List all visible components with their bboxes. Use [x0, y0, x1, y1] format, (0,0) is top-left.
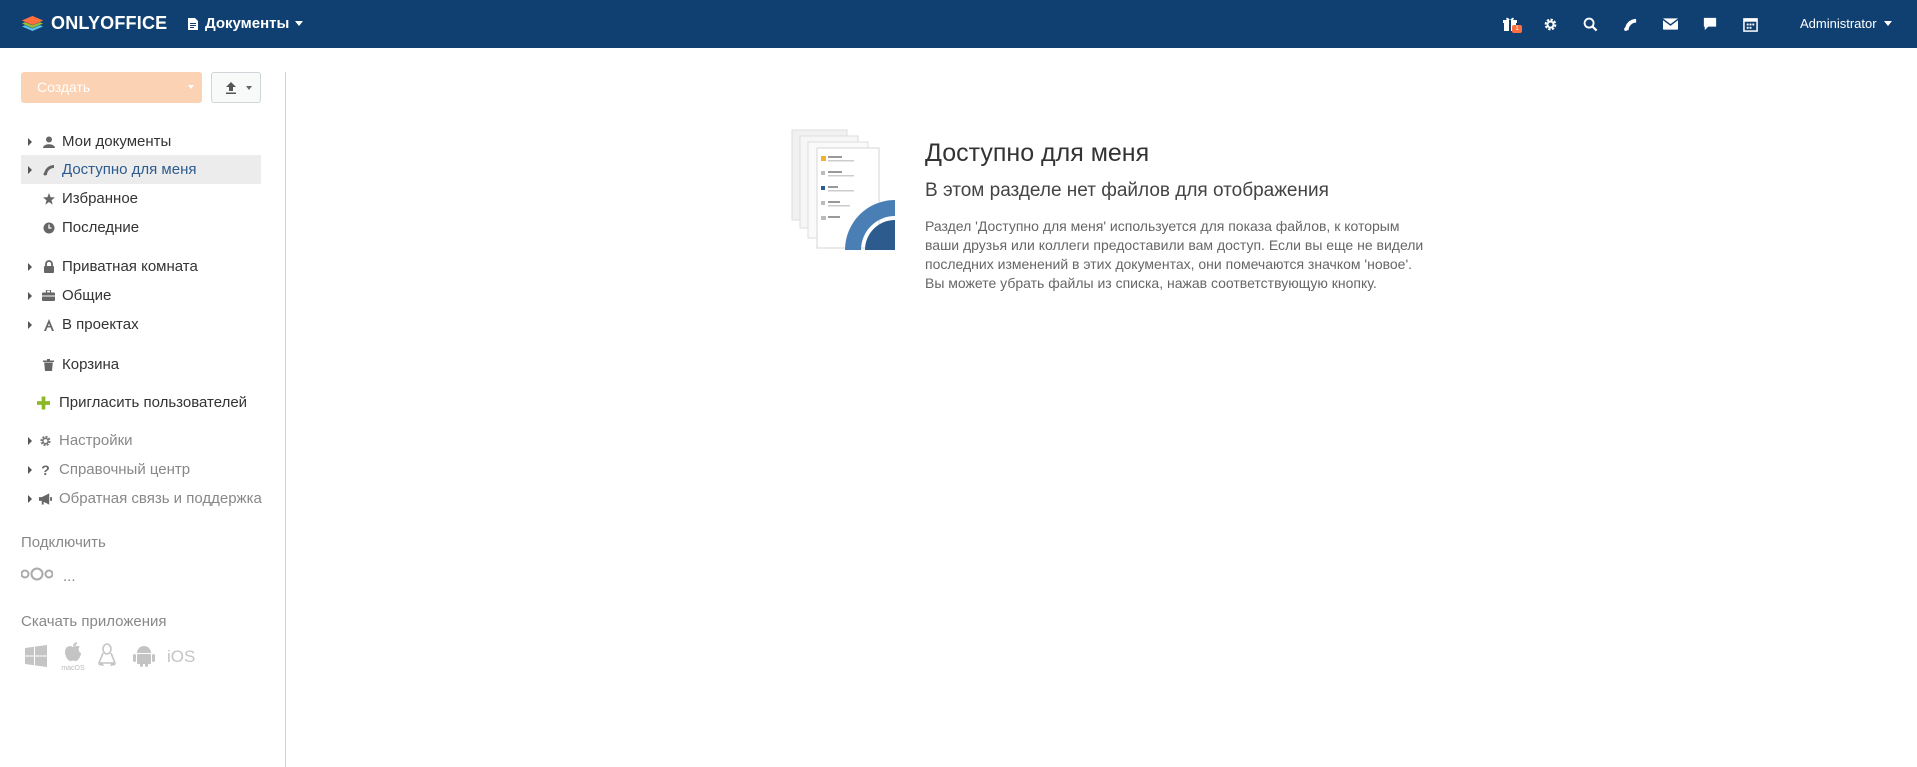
nav-settings[interactable]: Настройки: [21, 426, 261, 455]
nav-label: Последние: [62, 219, 140, 236]
nav-trash[interactable]: Корзина: [21, 350, 261, 379]
expand-arrow-icon[interactable]: [28, 263, 32, 271]
nav-favorites[interactable]: Избранное: [21, 184, 261, 213]
nav-label: Избранное: [62, 190, 139, 207]
nav-shared-with-me[interactable]: Доступно для меня: [21, 155, 261, 184]
download-apps-title: Скачать приложения: [21, 613, 167, 630]
nav-label: Справочный центр: [59, 461, 191, 478]
nav-feedback-support[interactable]: Обратная связь и поддержка: [21, 484, 262, 513]
expand-arrow-icon[interactable]: [28, 321, 32, 329]
chat-icon[interactable]: [1700, 14, 1720, 34]
nav-label: Корзина: [62, 356, 120, 373]
expand-arrow-icon[interactable]: [28, 495, 32, 503]
expand-arrow-icon[interactable]: [28, 292, 32, 300]
empty-state-title: Доступно для меня: [925, 139, 1150, 167]
lock-icon: [42, 260, 55, 273]
search-icon[interactable]: [1580, 14, 1600, 34]
logo-text: ONLYOFFICE: [51, 13, 168, 33]
chevron-down-icon[interactable]: [188, 85, 194, 89]
nav-common[interactable]: Общие: [21, 281, 261, 310]
plus-icon: [37, 396, 50, 409]
gift-icon[interactable]: 1: [1500, 14, 1522, 34]
connect-more-button[interactable]: ...: [63, 568, 76, 585]
nav-label: Обратная связь и поддержка: [59, 490, 262, 507]
top-navigation-bar: ONLYOFFICE Документы 1 Administrator: [0, 0, 1917, 48]
logo-icon: [22, 16, 43, 31]
trash-icon: [42, 358, 55, 371]
megaphone-icon: [39, 492, 52, 505]
clock-icon: [42, 221, 55, 234]
nav-label: Общие: [62, 287, 112, 304]
nav-label: В проектах: [62, 316, 139, 333]
expand-arrow-icon[interactable]: [28, 437, 32, 445]
nav-projects[interactable]: В проектах: [21, 310, 261, 339]
chevron-down-icon: [295, 21, 304, 26]
android-icon[interactable]: [133, 644, 155, 672]
calendar-icon[interactable]: [1740, 14, 1760, 34]
nav-private-room[interactable]: Приватная комната: [21, 252, 261, 281]
nav-help-center[interactable]: ? Справочный центр: [21, 455, 261, 484]
upload-button[interactable]: [211, 72, 261, 103]
create-button-label: Создать: [37, 79, 91, 95]
macos-caption: macOS: [61, 665, 85, 672]
onlyoffice-logo[interactable]: ONLYOFFICE: [20, 11, 167, 36]
user-icon: [42, 135, 55, 148]
empty-state-subtitle: В этом разделе нет файлов для отображени…: [925, 180, 1329, 201]
nav-recent[interactable]: Последние: [21, 213, 261, 242]
windows-icon[interactable]: [25, 645, 47, 672]
mail-icon[interactable]: [1660, 14, 1680, 34]
upload-icon: [226, 82, 236, 94]
nav-label: Приватная комната: [62, 258, 198, 275]
module-switcher[interactable]: Документы: [188, 15, 304, 32]
nav-label: Мои документы: [62, 133, 172, 150]
create-button[interactable]: Создать: [21, 72, 202, 103]
nav-label: Доступно для меня: [62, 161, 197, 178]
feed-icon[interactable]: [1620, 14, 1640, 34]
empty-state-illustration: [790, 126, 908, 257]
document-icon: [188, 17, 198, 30]
question-icon: ?: [41, 461, 50, 478]
gear-icon[interactable]: [1540, 14, 1560, 34]
expand-arrow-icon[interactable]: [28, 466, 32, 474]
nav-my-documents[interactable]: Мои документы: [21, 127, 261, 156]
invite-users-link[interactable]: Пригласить пользователей: [21, 388, 261, 417]
expand-arrow-icon[interactable]: [28, 166, 32, 174]
chevron-down-icon: [246, 86, 252, 90]
projects-icon: [42, 318, 55, 331]
sidebar: Создать Мои документы Доступно для меня …: [0, 48, 285, 767]
nav-label: Настройки: [59, 432, 133, 449]
user-name: Administrator: [1800, 16, 1877, 31]
expand-arrow-icon[interactable]: [28, 138, 32, 146]
apple-icon[interactable]: macOS: [60, 642, 86, 672]
nextcloud-connect-icon[interactable]: [20, 567, 54, 586]
notification-badge: 1: [1512, 25, 1522, 33]
gear-icon: [39, 434, 52, 447]
shared-icon: [42, 163, 55, 176]
empty-state-description: Раздел 'Доступно для меня' используется …: [925, 218, 1424, 291]
star-icon: [42, 192, 55, 205]
ios-app-link[interactable]: iOS: [167, 647, 195, 667]
chevron-down-icon: [1883, 21, 1892, 26]
user-menu[interactable]: Administrator: [1800, 16, 1892, 31]
module-label: Документы: [205, 15, 290, 32]
connect-section-title: Подключить: [21, 534, 106, 551]
sidebar-divider: [285, 72, 286, 767]
invite-users-label: Пригласить пользователей: [59, 394, 248, 411]
briefcase-icon: [42, 289, 55, 302]
linux-icon[interactable]: [97, 643, 117, 672]
